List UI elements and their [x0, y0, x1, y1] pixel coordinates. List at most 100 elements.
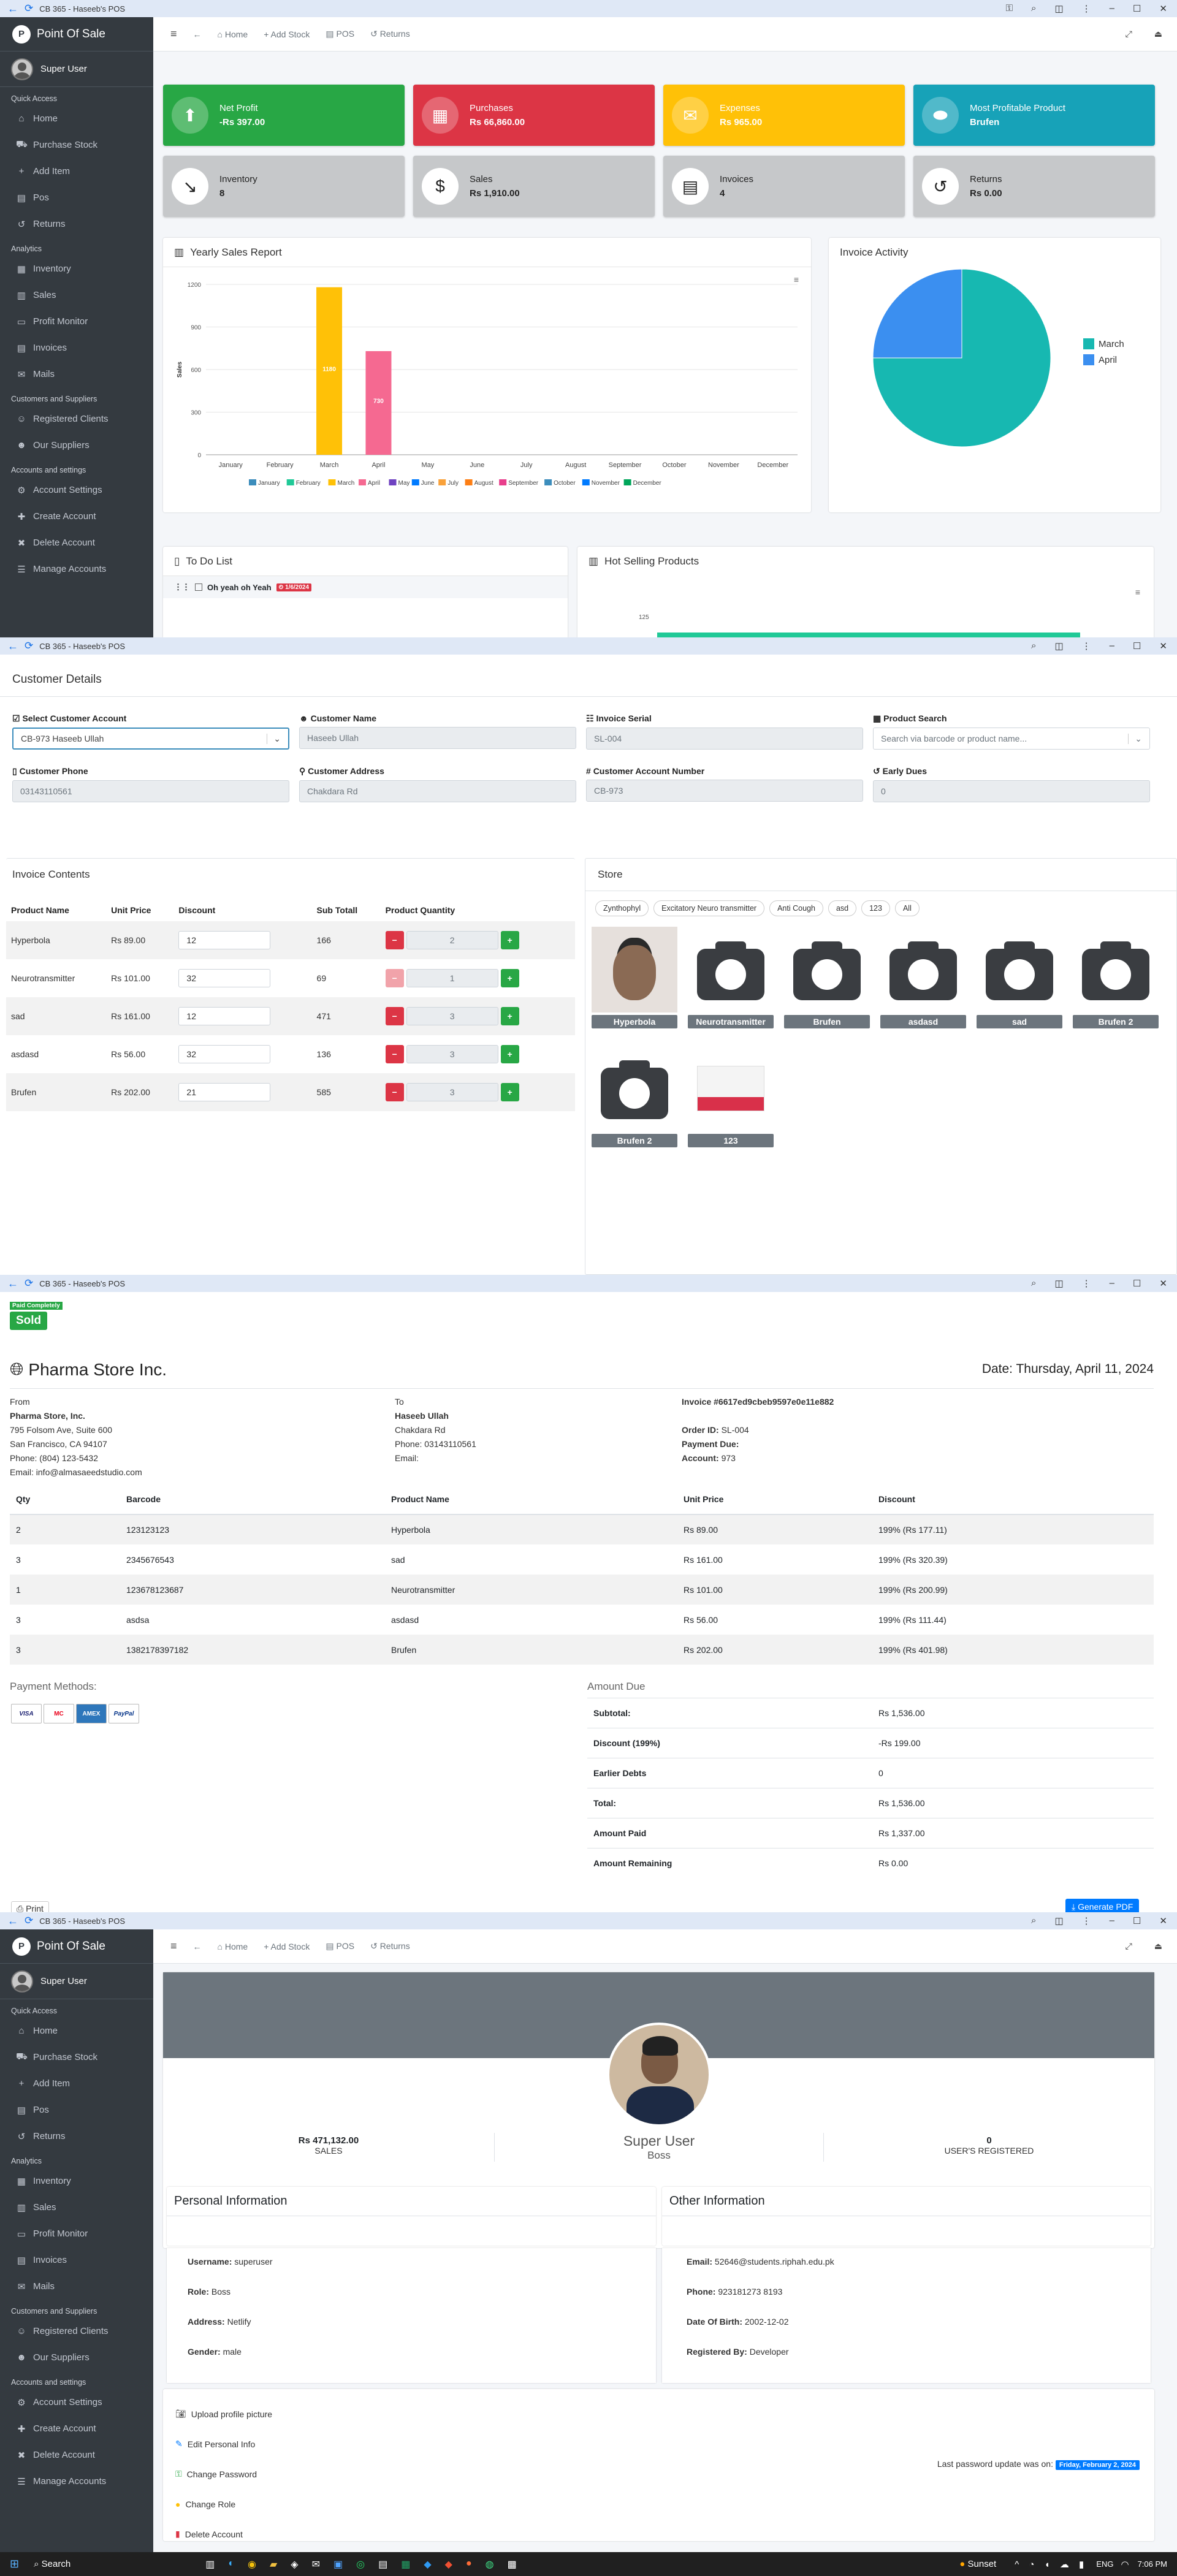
fullscreen-icon[interactable]: ⤢: [1126, 29, 1132, 39]
search-icon[interactable]: ⌕: [1031, 640, 1036, 652]
mail-app-icon[interactable]: ✉: [312, 2558, 320, 2570]
menu-dots-icon[interactable]: ⋮: [1082, 640, 1091, 652]
back-arrow-icon[interactable]: ←: [7, 1915, 18, 1928]
tray-icons[interactable]: ^ ◔ ◖ ☁ ▮: [1015, 2559, 1087, 2570]
category-tag[interactable]: 123: [861, 900, 890, 916]
weather-widget[interactable]: ● Sunset: [959, 2559, 996, 2569]
sidebar-item-delete-account[interactable]: ✖ Delete Account: [0, 2442, 153, 2468]
nav-pos[interactable]: ▤ POS: [326, 1941, 354, 1951]
sidebar-item-pos[interactable]: ▤ Pos: [0, 184, 153, 211]
product-tile[interactable]: sad: [977, 927, 1062, 1031]
sidebar-item-account-settings[interactable]: ⚙ Account Settings: [0, 2389, 153, 2415]
sidebar-item-sales[interactable]: ▥ Sales: [0, 2194, 153, 2221]
legend-label[interactable]: September: [508, 480, 539, 487]
discount-input[interactable]: 21: [178, 1083, 271, 1101]
customer-name-field[interactable]: Haseeb Ullah: [299, 727, 576, 749]
nav-home[interactable]: ⌂ Home: [218, 1942, 248, 1951]
nav-home[interactable]: ⌂ Home: [218, 29, 248, 39]
legend-label[interactable]: July: [448, 480, 459, 487]
legend-label[interactable]: March: [338, 480, 355, 487]
nav-pos[interactable]: ▤ POS: [326, 29, 354, 39]
legend-label[interactable]: April: [368, 480, 380, 487]
quantity-input[interactable]: 3: [406, 1007, 498, 1025]
nav-back-icon[interactable]: ←: [193, 29, 202, 39]
todo-checkbox[interactable]: [195, 583, 202, 591]
legend-label[interactable]: January: [258, 480, 280, 487]
sidebar-item-mails[interactable]: ✉ Mails: [0, 2273, 153, 2300]
sidebar-item-manage-accounts[interactable]: ☰ Manage Accounts: [0, 556, 153, 582]
discount-input[interactable]: 12: [178, 931, 271, 949]
photos-icon[interactable]: ▣: [333, 2558, 343, 2570]
minimize-icon[interactable]: –: [1110, 640, 1114, 652]
sidebar-item-inventory[interactable]: ▦ Inventory: [0, 2168, 153, 2194]
minimize-icon[interactable]: –: [1110, 1915, 1114, 1926]
sidebar-item-purchase-stock[interactable]: ⛟ Purchase Stock: [0, 2044, 153, 2070]
increment-button[interactable]: +: [500, 1045, 519, 1063]
product-search-input[interactable]: Search via barcode or product name... ⌄: [873, 728, 1150, 750]
menu-dots-icon[interactable]: ⋮: [1082, 1915, 1091, 1926]
taskbar-search[interactable]: ⌕ Search: [34, 2559, 70, 2569]
logout-icon[interactable]: ⏏: [1154, 29, 1162, 39]
language-indicator[interactable]: ENG: [1096, 2559, 1113, 2569]
taskbar-clock[interactable]: 7:06 PM: [1138, 2559, 1167, 2569]
early-dues-field[interactable]: 0: [873, 780, 1150, 802]
vscode-icon[interactable]: ◆: [424, 2558, 431, 2570]
sidebar-item-registered-clients[interactable]: ☺ Registered Clients: [0, 406, 153, 432]
whatsapp-icon[interactable]: ◎: [356, 2558, 365, 2570]
store-icon[interactable]: ◈: [291, 2558, 298, 2570]
discount-input[interactable]: 32: [178, 1045, 271, 1063]
sidebar-item-sales[interactable]: ▥ Sales: [0, 282, 153, 308]
extension-icon[interactable]: ◫: [1054, 3, 1063, 14]
sidebar-item-returns[interactable]: ↺ Returns: [0, 211, 153, 237]
close-icon[interactable]: ✕: [1159, 3, 1167, 14]
quantity-input[interactable]: 2: [406, 931, 498, 949]
decrement-button[interactable]: −: [385, 969, 404, 987]
sidebar-item-invoices[interactable]: ▤ Invoices: [0, 2247, 153, 2273]
legend-label[interactable]: August: [474, 480, 493, 487]
sidebar-item-inventory[interactable]: ▦ Inventory: [0, 256, 153, 282]
refresh-icon[interactable]: ⟳: [25, 640, 33, 652]
quantity-input[interactable]: 1: [406, 969, 498, 987]
product-tile[interactable]: asdasd: [880, 927, 966, 1031]
close-icon[interactable]: ✕: [1159, 1278, 1167, 1289]
back-arrow-icon[interactable]: ←: [7, 2, 18, 15]
sidebar-item-our-suppliers[interactable]: ☻ Our Suppliers: [0, 2344, 153, 2371]
logout-icon[interactable]: ⏏: [1154, 1941, 1162, 1951]
category-tag[interactable]: asd: [828, 900, 857, 916]
maximize-icon[interactable]: ☐: [1133, 1915, 1141, 1926]
legend-label[interactable]: October: [554, 480, 576, 487]
app-icon[interactable]: ▩: [508, 2558, 517, 2570]
android-icon[interactable]: ◍: [486, 2558, 494, 2570]
product-tile[interactable]: Brufen: [784, 927, 870, 1031]
increment-button[interactable]: +: [500, 969, 519, 987]
refresh-icon[interactable]: ⟳: [25, 2, 33, 15]
profile-photo[interactable]: [607, 2023, 711, 2127]
sidebar-item-purchase-stock[interactable]: ⛟ Purchase Stock: [0, 132, 153, 158]
legend-label[interactable]: March: [1099, 339, 1124, 349]
refresh-icon[interactable]: ⟳: [25, 1915, 33, 1927]
decrement-button[interactable]: −: [385, 1083, 404, 1101]
maximize-icon[interactable]: ☐: [1133, 1278, 1141, 1289]
sidebar-item-account-settings[interactable]: ⚙ Account Settings: [0, 477, 153, 503]
stat-box-most-profitable-product[interactable]: ⬬ Most Profitable Product Brufen: [913, 85, 1155, 146]
quantity-input[interactable]: 3: [406, 1045, 498, 1063]
extension-icon[interactable]: ◫: [1054, 640, 1063, 652]
sidebar-item-returns[interactable]: ↺ Returns: [0, 2123, 153, 2149]
legend-label[interactable]: April: [1099, 355, 1117, 365]
back-arrow-icon[interactable]: ←: [7, 640, 18, 653]
pie-slice-april[interactable]: [872, 268, 962, 359]
product-tile[interactable]: Brufen 2: [1073, 927, 1159, 1031]
quantity-input[interactable]: 3: [406, 1083, 498, 1101]
stat-box-purchases[interactable]: ▦ Purchases Rs 66,860.00: [413, 85, 655, 146]
excel-icon[interactable]: ▦: [401, 2558, 410, 2570]
profile-action-edit-personal-info[interactable]: ✎ Edit Personal Info: [175, 2429, 1142, 2459]
drag-handle-icon[interactable]: ⋮⋮: [174, 582, 190, 592]
sidebar-user[interactable]: Super User: [0, 51, 153, 87]
task-view-icon[interactable]: ▥: [205, 2558, 215, 2570]
hamburger-icon[interactable]: ≡: [170, 28, 177, 40]
stat-box-returns[interactable]: ↺ Returns Rs 0.00: [913, 156, 1155, 217]
search-icon[interactable]: ⌕: [1031, 3, 1036, 14]
sidebar-item-registered-clients[interactable]: ☺ Registered Clients: [0, 2318, 153, 2344]
sidebar-item-add-item[interactable]: + Add Item: [0, 158, 153, 184]
key-icon[interactable]: ⚿: [1006, 3, 1013, 14]
